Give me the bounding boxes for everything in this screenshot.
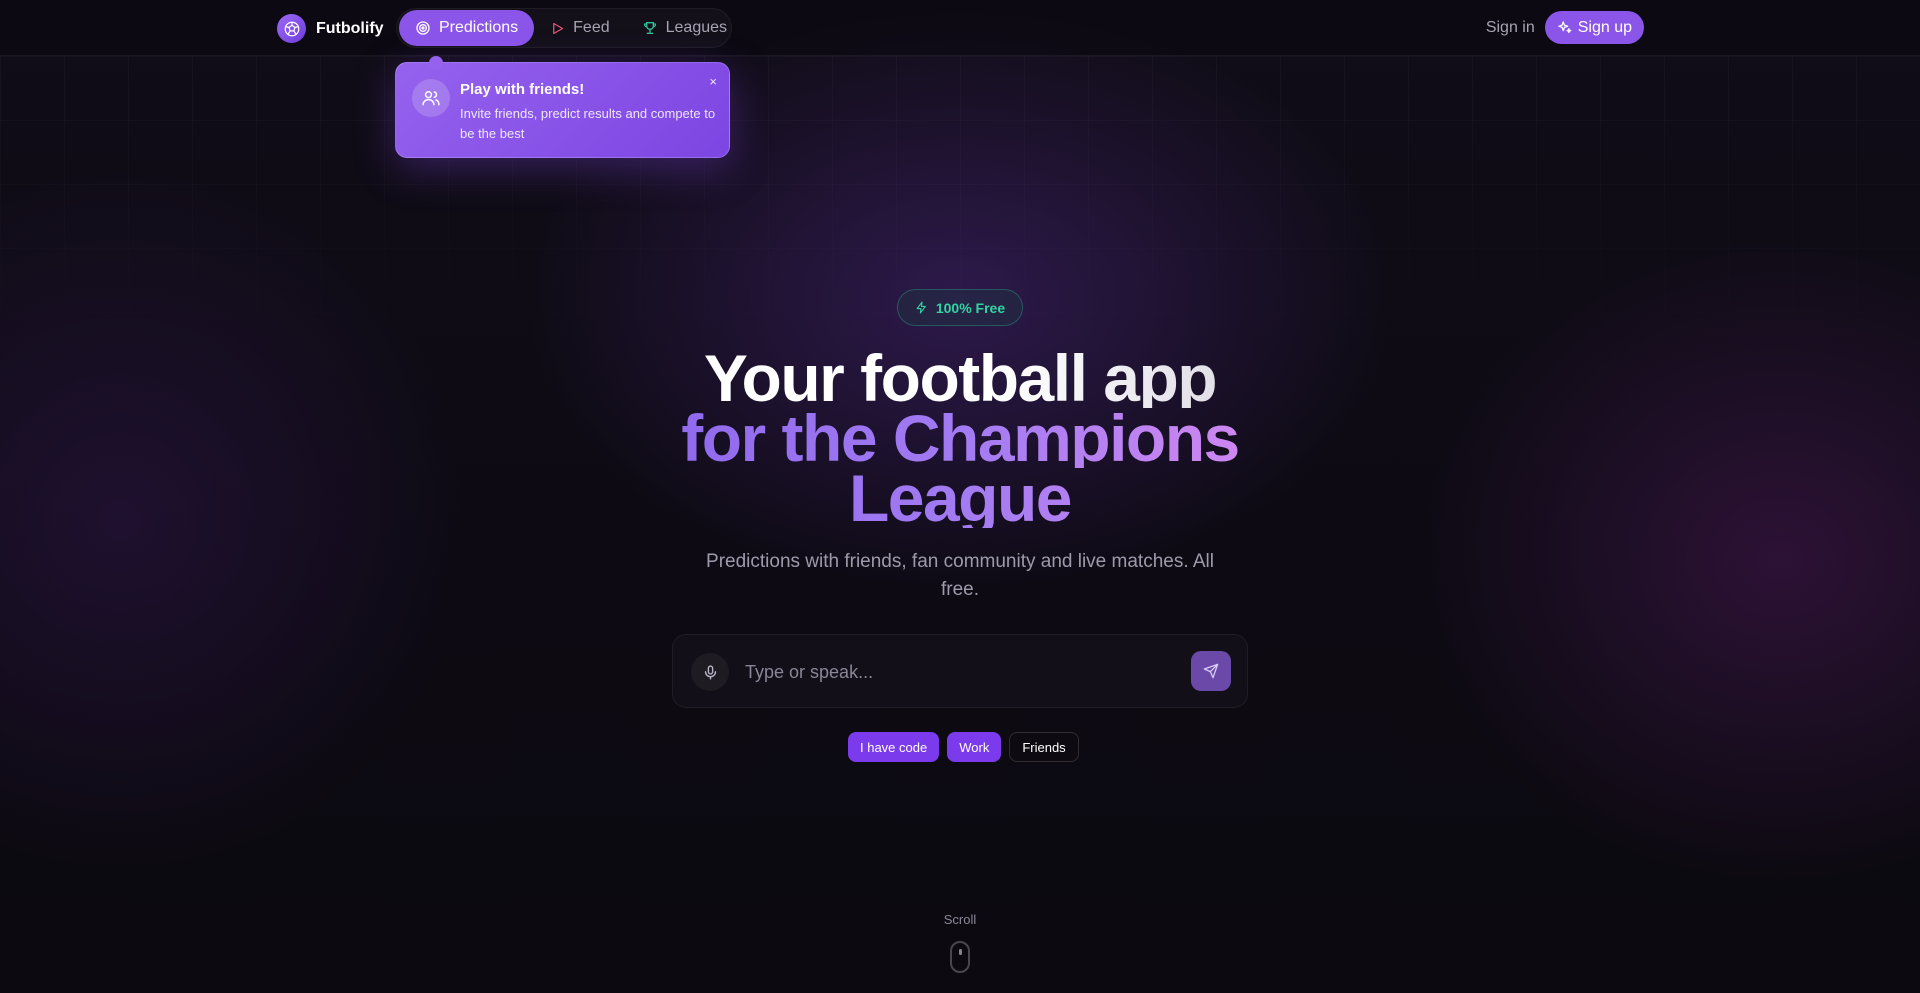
prompt-input[interactable] — [745, 655, 1165, 689]
soccer-ball-icon — [277, 14, 306, 43]
brand-name: Futbolify — [316, 19, 384, 37]
sign-in-link[interactable]: Sign in — [1486, 19, 1535, 37]
hero-subtitle: Predictions with friends, fan community … — [706, 551, 1214, 600]
close-icon[interactable]: × — [709, 74, 717, 89]
tab-label: Feed — [573, 19, 610, 36]
target-icon — [416, 21, 430, 35]
scroll-label: Scroll — [943, 912, 977, 927]
friends-tooltip: Play with friends! Invite friends, predi… — [395, 56, 730, 158]
hero-title-line-1: Your football app — [560, 345, 1360, 411]
free-badge: 100% Free — [897, 289, 1023, 326]
chip-i-have-code[interactable]: I have code — [848, 732, 940, 762]
tooltip-body: Invite friends, predict results and comp… — [460, 106, 716, 141]
trophy-icon — [643, 22, 656, 34]
chip-friends[interactable]: Friends — [1009, 732, 1079, 762]
sparkles-icon — [1557, 21, 1572, 34]
users-icon — [412, 79, 450, 117]
sign-up-label: Sign up — [1577, 18, 1632, 36]
hero-title: Your football app for the Champions Leag… — [560, 345, 1360, 531]
mouse-wheel — [959, 949, 962, 955]
microphone-icon — [704, 664, 716, 680]
tab-feed[interactable]: Feed — [534, 10, 625, 46]
hero-title-line-2: for the Champions — [560, 405, 1360, 471]
badge-label: 100% Free — [935, 299, 1006, 316]
chip-work[interactable]: Work — [947, 732, 1002, 762]
zap-icon — [916, 301, 926, 314]
tooltip-title: Play with friends! — [460, 81, 585, 98]
page: Futbolify Predictions Feed Leagues Sign … — [0, 0, 1920, 993]
mic-button[interactable] — [691, 653, 729, 691]
brand-link[interactable]: Futbolify — [277, 14, 384, 43]
nav-tabs: Predictions Feed Leagues — [396, 8, 732, 48]
play-icon — [553, 22, 564, 34]
quick-chips: I have code Work Friends — [848, 732, 1079, 762]
background-grid — [0, 56, 1920, 376]
tab-label: Predictions — [439, 19, 519, 36]
send-icon — [1203, 663, 1219, 679]
tooltip-pointer — [429, 56, 443, 70]
top-nav: Futbolify Predictions Feed Leagues Sign … — [0, 0, 1920, 56]
send-button[interactable] — [1191, 651, 1231, 691]
tab-predictions[interactable]: Predictions — [399, 10, 535, 46]
tab-leagues[interactable]: Leagues — [626, 10, 743, 46]
hero-title-line-3: League — [560, 465, 1360, 531]
sign-up-button[interactable]: Sign up — [1544, 11, 1644, 44]
auth-actions: Sign in Sign up — [1486, 11, 1644, 44]
tab-label: Leagues — [665, 19, 728, 36]
mouse-scroll-icon[interactable] — [950, 941, 970, 973]
prompt-box — [672, 634, 1248, 708]
